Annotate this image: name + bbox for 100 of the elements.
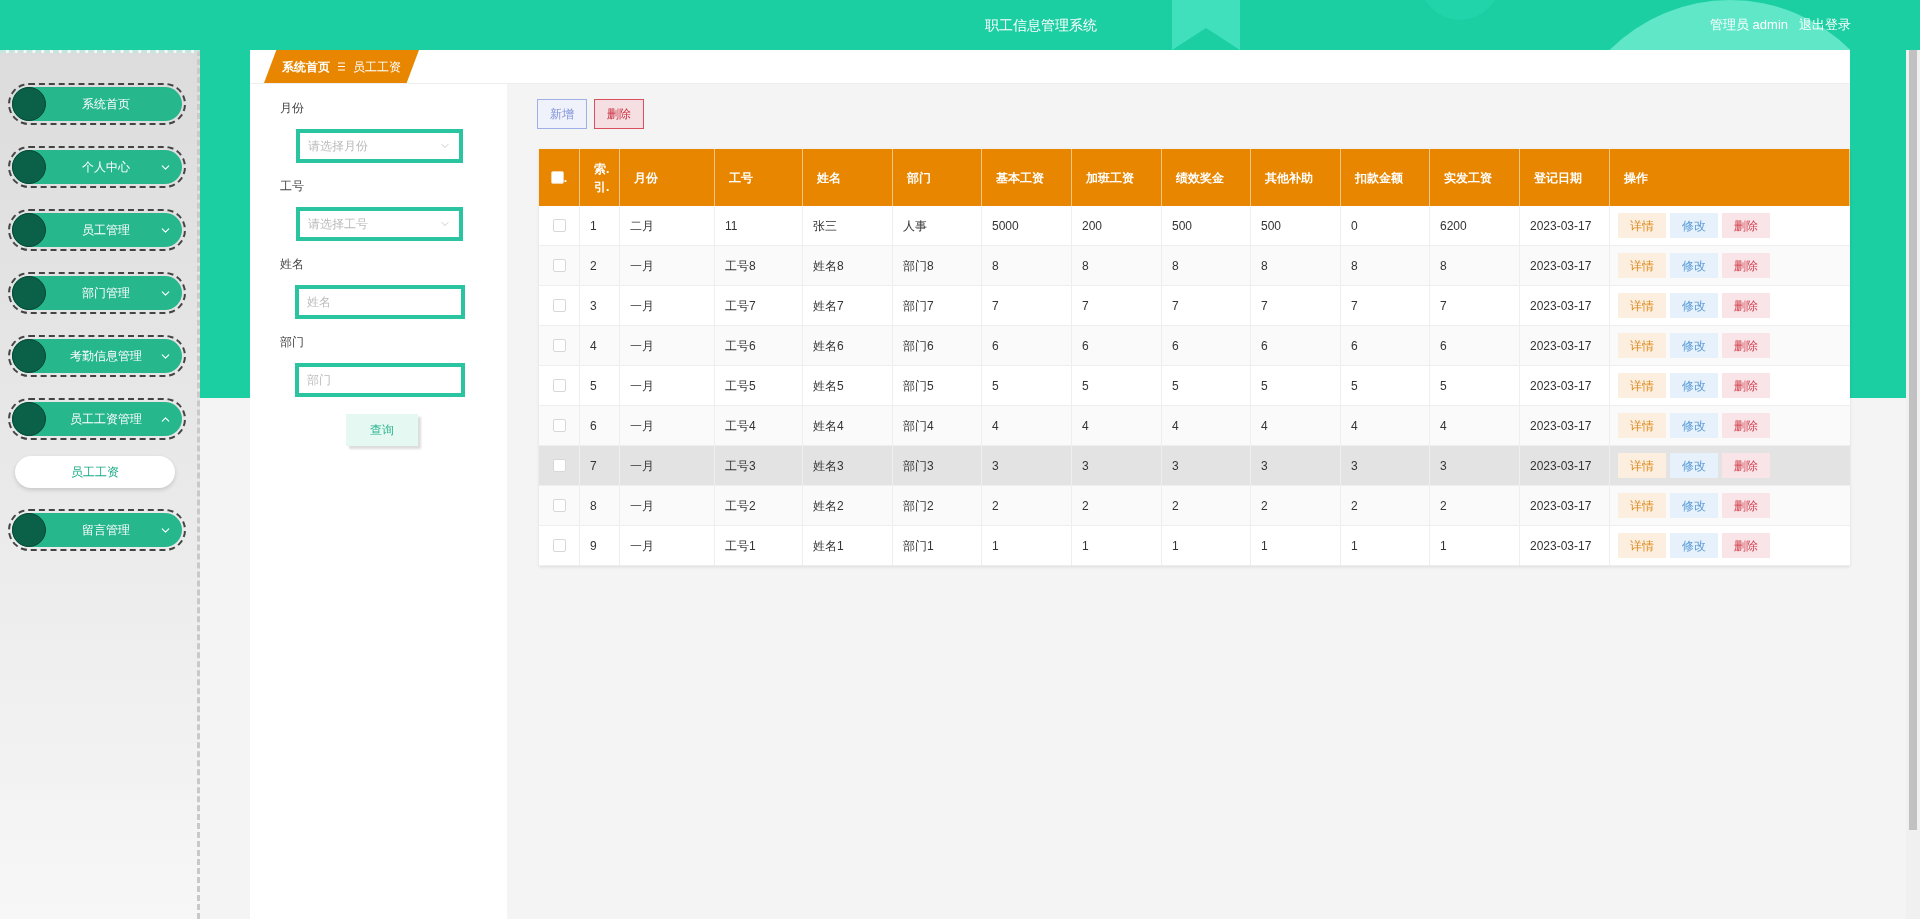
column-header: 其他补助: [1265, 169, 1313, 187]
row-action-button[interactable]: 修改: [1670, 253, 1718, 278]
table-cell-text: 2023-03-17: [1530, 537, 1592, 555]
row-action-button[interactable]: 详情: [1618, 493, 1666, 518]
table-cell-text: 一月: [630, 257, 654, 275]
table-cell-text: 8: [1351, 257, 1358, 275]
sidebar-menu-item[interactable]: 个人中心: [8, 146, 186, 188]
table-row[interactable]: 9 一月 工号1 姓名1 部门1 1 1 1 1 1 1 2023-03-17 详情 修改 删除: [539, 526, 1850, 566]
sidebar-menu-item[interactable]: 留言管理: [8, 509, 186, 551]
table-cell-text: 7: [992, 297, 999, 315]
row-action-button[interactable]: 删除: [1722, 413, 1770, 438]
select-field[interactable]: 请选择工号: [296, 207, 463, 241]
table-cell-text: 8: [590, 497, 597, 515]
row-action-button[interactable]: 删除: [1722, 453, 1770, 478]
table-row[interactable]: 3 一月 工号7 姓名7 部门7 7 7 7 7 7 7 2023-03-17 详情 修改 删除: [539, 286, 1850, 326]
row-action-button[interactable]: 详情: [1618, 213, 1666, 238]
row-checkbox[interactable]: [552, 499, 566, 512]
table-cell-text: 5: [1261, 377, 1268, 395]
table-row[interactable]: 7 一月 工号3 姓名3 部门3 3 3 3 3 3 3 2023-03-17 详情 修改 删除: [539, 446, 1850, 486]
table-cell-text: 2023-03-17: [1530, 257, 1592, 275]
header-mark: .: [563, 169, 568, 187]
table-cell-text: 人事: [903, 217, 927, 235]
row-action-button[interactable]: 详情: [1618, 333, 1666, 358]
table-cell-text: 工号3: [725, 457, 756, 475]
row-action-button[interactable]: 修改: [1670, 213, 1718, 238]
row-action-button[interactable]: 删除: [1722, 253, 1770, 278]
select-field[interactable]: 请选择月份: [296, 129, 463, 163]
sidebar-menu-item[interactable]: 系统首页: [8, 83, 186, 125]
row-action-button[interactable]: 修改: [1670, 293, 1718, 318]
sidebar-menu-item[interactable]: 员工管理: [8, 209, 186, 251]
table-row[interactable]: 6 一月 工号4 姓名4 部门4 4 4 4 4 4 4 2023-03-17 详情 修改 删除: [539, 406, 1850, 446]
row-action-button[interactable]: 修改: [1670, 413, 1718, 438]
table-row[interactable]: 4 一月 工号6 姓名6 部门6 6 6 6 6 6 6 2023-03-17 详情 修改 删除: [539, 326, 1850, 366]
row-action-button[interactable]: 删除: [1722, 293, 1770, 318]
select-all-checkbox[interactable]: [550, 171, 564, 184]
table-cell-text: 2: [1261, 497, 1268, 515]
submenu-item[interactable]: 员工工资: [15, 456, 175, 488]
row-action-button[interactable]: 修改: [1670, 373, 1718, 398]
row-checkbox[interactable]: [552, 419, 566, 432]
table-cell-text: 8: [992, 257, 999, 275]
table-cell-text: 部门4: [903, 417, 934, 435]
toolbar-button[interactable]: 删除: [594, 99, 644, 129]
row-action-button[interactable]: 删除: [1722, 533, 1770, 558]
row-action-button[interactable]: 修改: [1670, 533, 1718, 558]
table-cell-text: 2023-03-17: [1530, 417, 1592, 435]
row-action-button[interactable]: 删除: [1722, 493, 1770, 518]
sidebar-menu-item[interactable]: 考勤信息管理: [8, 335, 186, 377]
text-field[interactable]: 姓名: [295, 285, 465, 319]
column-header: 实发工资: [1444, 169, 1492, 187]
row-action-button[interactable]: 删除: [1722, 333, 1770, 358]
table-cell-text: 2: [590, 257, 597, 275]
menu-label: 部门管理: [80, 285, 131, 302]
text-field[interactable]: 部门: [295, 363, 465, 397]
table-row[interactable]: 2 一月 工号8 姓名8 部门8 8 8 8 8 8 8 2023-03-17 详情 修改 删除: [539, 246, 1850, 286]
table-cell-text: 3: [1172, 457, 1179, 475]
breadcrumb-link[interactable]: 系统首页: [282, 57, 330, 76]
row-checkbox[interactable]: [552, 299, 566, 312]
row-checkbox[interactable]: [552, 379, 566, 392]
table-cell-text: 姓名6: [813, 337, 844, 355]
table-cell-text: 部门2: [903, 497, 934, 515]
table-cell-text: 2: [1351, 497, 1358, 515]
row-action-button[interactable]: 详情: [1618, 533, 1666, 558]
menu-label: 个人中心: [80, 159, 131, 176]
table-cell-text: 张三: [813, 217, 837, 235]
row-action-button[interactable]: 详情: [1618, 253, 1666, 278]
table-cell-text: 6: [992, 337, 999, 355]
logout-link[interactable]: 退出登录: [1799, 15, 1851, 35]
table-row[interactable]: 8 一月 工号2 姓名2 部门2 2 2 2 2 2 2 2023-03-17 详情 修改 删除: [539, 486, 1850, 526]
table-cell-text: 姓名3: [813, 457, 844, 475]
search-button[interactable]: 查询: [346, 414, 418, 446]
row-checkbox[interactable]: [552, 219, 566, 232]
row-action-button[interactable]: 修改: [1670, 493, 1718, 518]
row-action-button[interactable]: 修改: [1670, 333, 1718, 358]
table-row[interactable]: 5 一月 工号5 姓名5 部门5 5 5 5 5 5 5 2023-03-17 详情 修改 删除: [539, 366, 1850, 406]
row-action-button[interactable]: 删除: [1722, 213, 1770, 238]
table-cell-text: 2023-03-17: [1530, 217, 1592, 235]
row-action-button[interactable]: 删除: [1722, 373, 1770, 398]
row-action-button[interactable]: 详情: [1618, 453, 1666, 478]
table-row[interactable]: 1 二月 11 张三 人事 5000 200 500 500 0 6200 2023-03-17 详情 修改 删除: [539, 206, 1850, 246]
toolbar-button[interactable]: 新增: [537, 99, 587, 129]
row-action-button[interactable]: 修改: [1670, 453, 1718, 478]
column-header: 索.引.: [594, 160, 608, 196]
row-action-button[interactable]: 详情: [1618, 373, 1666, 398]
row-checkbox[interactable]: [552, 459, 566, 472]
table-cell-text: 一月: [630, 297, 654, 315]
row-checkbox[interactable]: [552, 259, 566, 272]
row-action-button[interactable]: 详情: [1618, 413, 1666, 438]
table-cell-text: 姓名1: [813, 537, 844, 555]
sidebar-menu-item[interactable]: 部门管理: [8, 272, 186, 314]
table-cell-text: 6: [590, 417, 597, 435]
table-cell-text: 5: [590, 377, 597, 395]
row-action-button[interactable]: 详情: [1618, 293, 1666, 318]
table-cell-text: 3: [590, 297, 597, 315]
table-cell-text: 2023-03-17: [1530, 297, 1592, 315]
sidebar-menu-item[interactable]: 员工工资管理: [8, 398, 186, 440]
table-cell-text: 7: [1261, 297, 1268, 315]
row-checkbox[interactable]: [552, 539, 566, 552]
row-checkbox[interactable]: [552, 339, 566, 352]
table-cell-text: 9: [590, 537, 597, 555]
table-cell-text: 部门8: [903, 257, 934, 275]
